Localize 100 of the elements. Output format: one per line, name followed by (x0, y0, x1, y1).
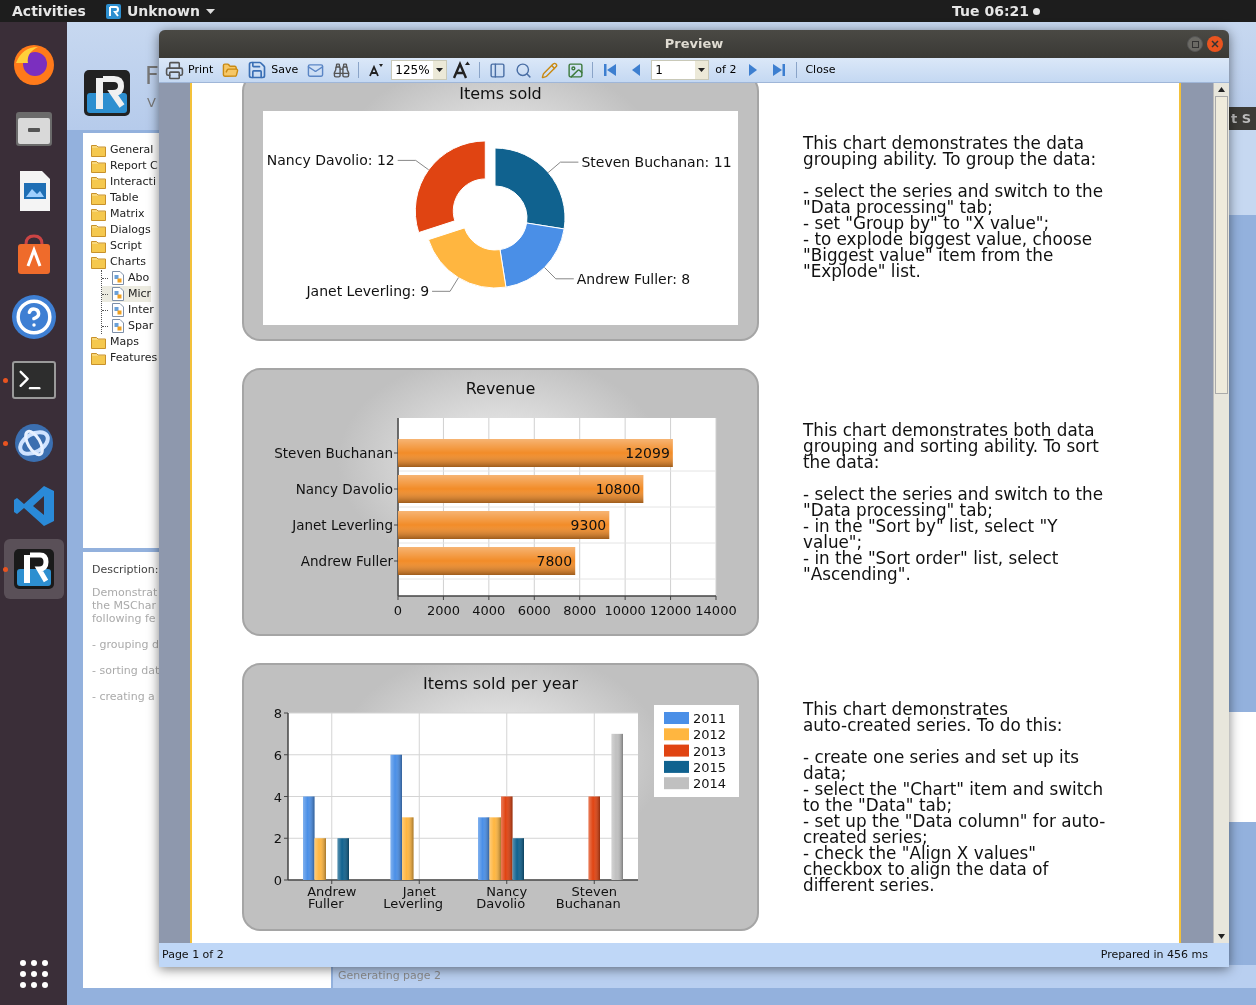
chart-title: Items sold (459, 83, 542, 105)
toolbar-button[interactable]: Close (803, 59, 838, 81)
description-paragraph: This chart demonstrates the data grouping ability. To group the data: (803, 135, 1098, 167)
vertical-scrollbar[interactable] (1213, 83, 1229, 943)
printer-icon (165, 60, 184, 80)
category-label: Nancy Davolio (476, 884, 528, 911)
legend-label: 2014 (693, 776, 727, 792)
tick-label: 6000 (517, 603, 551, 618)
scrollbar-thumb[interactable] (1215, 96, 1228, 394)
app-logo-icon (83, 69, 131, 117)
version-label: V (147, 94, 157, 112)
notification-dot-icon (1033, 7, 1040, 15)
dropdown-arrow-icon (436, 68, 444, 72)
activities-button[interactable]: Activities (12, 0, 86, 22)
legend-label: 2011 (693, 711, 727, 726)
chart-file-icon (112, 271, 124, 285)
tree-item[interactable]: Charts (91, 254, 146, 270)
app-menu[interactable]: Unknown (105, 0, 215, 22)
description-label: Description: (92, 562, 160, 578)
description-line: - creating a (92, 689, 155, 703)
description-paragraph: - select the series and switch to the "Data processing" tab; - in the "Sort by" list, select "Y value"; - in the "Sort order" list, select "Ascending". (803, 486, 1105, 582)
page-indicator: Page 1 of 2 (162, 946, 224, 963)
category-label: Andrew Fuller (307, 884, 357, 911)
tree-item[interactable]: Maps (91, 334, 139, 350)
folder-icon (91, 143, 106, 157)
description-line: Demonstrat (92, 585, 158, 599)
toolbar-button[interactable]: Print (163, 59, 216, 81)
status-text: Generating page 2 (338, 968, 442, 985)
tree-item[interactable]: Inter (102, 302, 154, 318)
slice-label: Andrew Fuller: 8 (576, 270, 691, 287)
tree-item[interactable]: Interacti (91, 174, 156, 190)
category-label: Nancy Davolio (295, 481, 393, 497)
legend-label: 2013 (693, 743, 727, 759)
caret-icon (206, 8, 215, 14)
app-logo-icon[interactable] (11, 546, 56, 591)
running-indicator-icon (2, 440, 8, 446)
tree-item[interactable]: Report C (91, 158, 158, 174)
page-count: of 2 (714, 61, 738, 78)
tick-label: 10000 (604, 603, 646, 618)
running-indicator-icon (2, 377, 8, 383)
bar (478, 817, 490, 880)
tick-label: 2000 (426, 603, 460, 618)
combo-box[interactable]: 1 (651, 60, 710, 80)
slice-label: Janet Leverling: 9 (306, 283, 430, 300)
description-paragraph: This chart demonstrates auto-created series. To do this: (803, 701, 1064, 733)
value-label: 7800 (536, 553, 573, 569)
tick-label: 4 (273, 789, 282, 805)
folder-icon (91, 223, 106, 237)
window-title: Preview (664, 35, 724, 54)
toolbar-button[interactable]: Save (245, 59, 301, 81)
tick-label: 2 (273, 831, 282, 847)
combo-box[interactable]: 125% (391, 60, 448, 80)
legend-label: 2012 (693, 727, 727, 743)
chart-file-icon (112, 287, 124, 301)
leader-line (397, 159, 430, 171)
browser-icon[interactable] (11, 42, 56, 87)
tree-item[interactable]: Abo (102, 270, 150, 286)
tree-item[interactable]: Script (91, 238, 142, 254)
tick-label: 4000 (472, 603, 506, 618)
description-paragraph: This chart demonstrates both data grouping and sorting ability. To sort the data: (803, 422, 1100, 470)
description-line: - grouping d (92, 637, 159, 651)
folder-icon (91, 191, 106, 205)
app-title: F (145, 63, 159, 89)
tick-label: 12000 (649, 603, 692, 618)
window-title: t S (1231, 109, 1252, 128)
description-line: the MSChar (92, 598, 156, 612)
render-time: Prepared in 456 ms (1100, 946, 1208, 963)
tree-item[interactable]: General (91, 142, 154, 158)
close-button[interactable] (1207, 36, 1223, 52)
close-icon (1211, 40, 1219, 48)
tree-item[interactable]: Dialogs (91, 222, 151, 238)
leader-line (431, 277, 459, 292)
category-label: Janet Leverling (383, 884, 444, 911)
tree-item[interactable]: Matrix (91, 206, 145, 222)
tree-item[interactable]: Micr (102, 286, 152, 302)
maximize-button[interactable] (1187, 36, 1203, 52)
tick-label: 0 (273, 873, 282, 888)
tree-item[interactable]: Table (91, 190, 139, 206)
tree-item[interactable]: Features (91, 350, 158, 366)
app-grid-icon[interactable] (18, 959, 49, 989)
tick-label: 8000 (563, 603, 597, 618)
clock[interactable]: Tue 06:21 (952, 0, 1029, 22)
chart-file-icon (112, 319, 124, 333)
description-line: following fe (92, 611, 156, 625)
terminal-icon[interactable] (11, 360, 56, 399)
tree-item[interactable]: Spar (102, 318, 154, 334)
category-label: Andrew Fuller (300, 553, 393, 569)
legend-swatch (664, 712, 689, 724)
code-editor-icon[interactable] (11, 483, 56, 528)
dropdown-arrow-icon (698, 68, 706, 72)
folder-icon (91, 335, 106, 349)
folder-icon (91, 207, 106, 221)
donut-slice (499, 222, 565, 288)
legend-swatch (664, 728, 689, 741)
folder-icon (91, 239, 106, 253)
category-label: Steven Buchanan (274, 445, 393, 461)
folder-icon (91, 159, 106, 173)
value-label: 12099 (625, 445, 670, 461)
tick-label: 14000 (695, 603, 737, 618)
value-label: 10800 (595, 481, 641, 497)
